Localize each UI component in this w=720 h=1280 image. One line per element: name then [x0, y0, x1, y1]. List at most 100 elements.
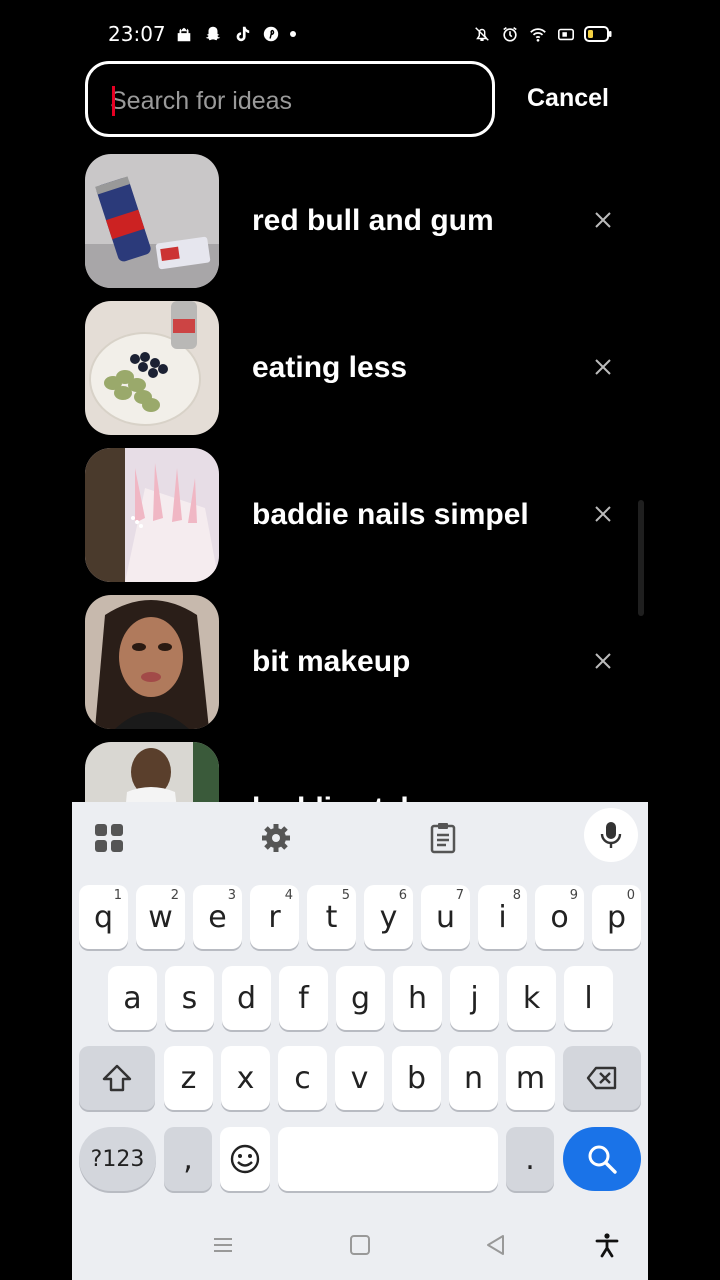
recent-search-item[interactable]: red bull and gum: [85, 154, 625, 288]
key-q[interactable]: q1: [79, 885, 128, 949]
home-square-icon[interactable]: [345, 1230, 375, 1260]
comma-key[interactable]: ,: [164, 1127, 212, 1191]
key-number-hint: 1: [113, 888, 122, 903]
key-c[interactable]: c: [278, 1046, 327, 1110]
recent-search-item[interactable]: baddie style: [85, 742, 625, 802]
key-j[interactable]: j: [450, 966, 499, 1030]
text-cursor: [112, 86, 115, 116]
space-bar[interactable]: [278, 1127, 498, 1191]
remove-close-icon[interactable]: [591, 502, 615, 526]
recent-search-label: bit makeup: [252, 645, 411, 678]
search-box[interactable]: [85, 61, 495, 137]
soft-keyboard: q1w2e3r4t5y6u7i8o9p0 asdfghjkl zxcvbnm ?…: [72, 802, 648, 1280]
key-label: r: [268, 899, 281, 935]
key-number-hint: 5: [341, 888, 350, 903]
search-input[interactable]: [110, 84, 470, 118]
key-t[interactable]: t5: [307, 885, 356, 949]
recent-search-label: baddie style: [252, 792, 425, 802]
recent-search-label: red bull and gum: [252, 204, 494, 237]
key-label: y: [379, 899, 398, 935]
key-n[interactable]: n: [449, 1046, 498, 1110]
recent-searches-list: red bull and gum eating less baddie nail…: [85, 154, 635, 802]
alarm-icon: [500, 24, 520, 44]
app-screen: 23:07 Cancel: [72, 0, 648, 1280]
settings-gear-icon[interactable]: [258, 820, 294, 856]
recent-search-item[interactable]: bit makeup: [85, 595, 625, 729]
list-scrollbar[interactable]: [638, 500, 644, 616]
recent-search-label: baddie nails simpel: [252, 498, 529, 531]
key-l[interactable]: l: [564, 966, 613, 1030]
key-b[interactable]: b: [392, 1046, 441, 1110]
key-label: p: [606, 899, 627, 935]
remove-close-icon[interactable]: [591, 208, 615, 232]
key-g[interactable]: g: [336, 966, 385, 1030]
key-a[interactable]: a: [108, 966, 157, 1030]
microphone-icon[interactable]: [584, 808, 638, 862]
plate-cucumber-blueberries-photo: [85, 301, 219, 435]
makeup-selfie-photo: [85, 595, 219, 729]
period-key[interactable]: .: [506, 1127, 554, 1191]
battery-icon: [584, 24, 612, 44]
recent-search-item[interactable]: eating less: [85, 301, 625, 435]
key-number-hint: 7: [455, 888, 464, 903]
status-time: 23:07: [108, 22, 166, 46]
key-z[interactable]: z: [164, 1046, 213, 1110]
sim-icon: [556, 24, 576, 44]
mute-icon: [472, 24, 492, 44]
status-right-icons: [472, 24, 612, 44]
back-triangle-icon[interactable]: [481, 1230, 511, 1260]
cancel-button[interactable]: Cancel: [527, 84, 609, 113]
apps-grid-icon[interactable]: [91, 820, 127, 856]
key-f[interactable]: f: [279, 966, 328, 1030]
wifi-icon: [528, 24, 548, 44]
backspace-key[interactable]: [563, 1046, 641, 1110]
key-o[interactable]: o9: [535, 885, 584, 949]
key-e[interactable]: e3: [193, 885, 242, 949]
key-number-hint: 6: [398, 888, 407, 903]
emoji-key[interactable]: [220, 1127, 270, 1191]
key-number-hint: 4: [284, 888, 293, 903]
key-number-hint: 8: [512, 888, 521, 903]
dot-icon: [290, 31, 296, 37]
remove-close-icon[interactable]: [591, 649, 615, 673]
key-v[interactable]: v: [335, 1046, 384, 1110]
symbols-key[interactable]: ?123: [79, 1127, 156, 1191]
status-left-icons: [174, 24, 296, 44]
shift-key[interactable]: [79, 1046, 155, 1110]
status-bar: 23:07: [72, 0, 648, 70]
key-r[interactable]: r4: [250, 885, 299, 949]
key-m[interactable]: m: [506, 1046, 555, 1110]
key-label: t: [325, 899, 338, 935]
red-bull-cans-photo: [85, 154, 219, 288]
key-number-hint: 2: [170, 888, 179, 903]
key-number-hint: 9: [569, 888, 578, 903]
key-y[interactable]: y6: [364, 885, 413, 949]
key-number-hint: 3: [227, 888, 236, 903]
key-s[interactable]: s: [165, 966, 214, 1030]
key-label: w: [148, 899, 173, 935]
menu-icon[interactable]: [208, 1230, 238, 1260]
key-h[interactable]: h: [393, 966, 442, 1030]
key-label: i: [498, 899, 507, 935]
key-number-hint: 0: [626, 888, 635, 903]
clipboard-icon[interactable]: [425, 820, 461, 856]
key-x[interactable]: x: [221, 1046, 270, 1110]
key-i[interactable]: i8: [478, 885, 527, 949]
remove-close-icon[interactable]: [591, 355, 615, 379]
key-label: o: [550, 899, 569, 935]
accessibility-icon[interactable]: [592, 1230, 622, 1260]
key-u[interactable]: u7: [421, 885, 470, 949]
key-label: q: [93, 899, 114, 935]
key-d[interactable]: d: [222, 966, 271, 1030]
system-nav-bar: [72, 1210, 648, 1280]
snapchat-icon: [203, 24, 223, 44]
recent-search-label: eating less: [252, 351, 408, 384]
pinterest-icon: [261, 24, 281, 44]
key-p[interactable]: p0: [592, 885, 641, 949]
key-w[interactable]: w2: [136, 885, 185, 949]
recent-search-item[interactable]: baddie nails simpel: [85, 448, 625, 582]
tiktok-icon: [232, 24, 252, 44]
pink-nails-photo: [85, 448, 219, 582]
search-key[interactable]: [563, 1127, 641, 1191]
key-k[interactable]: k: [507, 966, 556, 1030]
